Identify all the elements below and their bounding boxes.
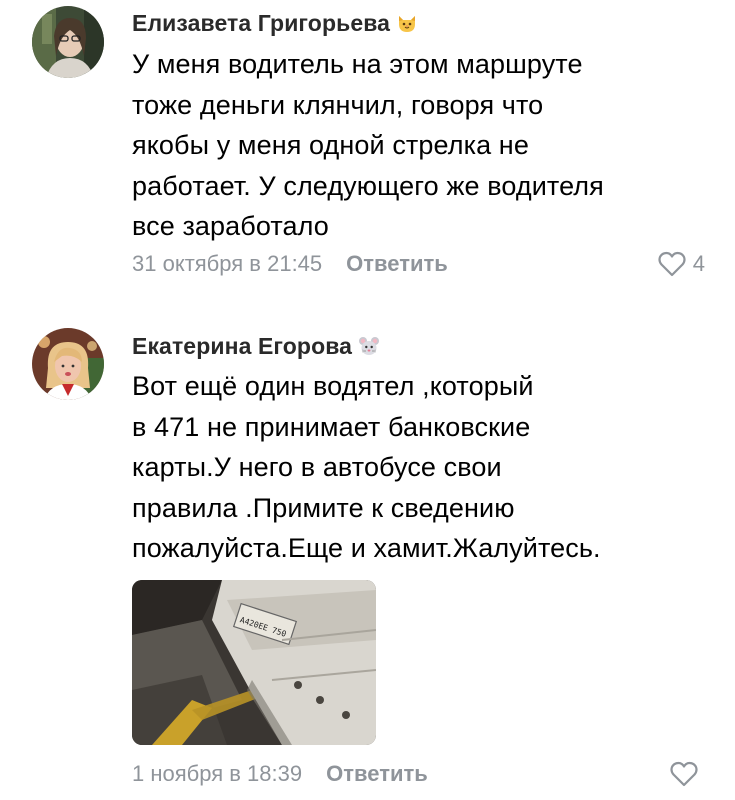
comment-meta: 1 ноября в 18:39 Ответить xyxy=(132,759,705,789)
mouse-face-icon xyxy=(358,335,380,357)
author-row: Екатерина Егорова xyxy=(132,331,380,361)
reply-button[interactable]: Ответить xyxy=(326,761,428,787)
avatar[interactable] xyxy=(32,328,104,400)
comment-item: Екатерина Егорова Вот ещё один водятел ,… xyxy=(0,0,735,800)
photo-attachment[interactable]: А420ЕЕ 750 xyxy=(132,580,376,745)
comment-text: Вот ещё один водятел ,который в 471 не п… xyxy=(132,371,601,563)
heart-outline-icon xyxy=(669,760,699,788)
author-name[interactable]: Екатерина Егорова xyxy=(132,333,352,360)
comment-date[interactable]: 1 ноября в 18:39 xyxy=(132,761,302,787)
like-button[interactable] xyxy=(669,759,705,789)
